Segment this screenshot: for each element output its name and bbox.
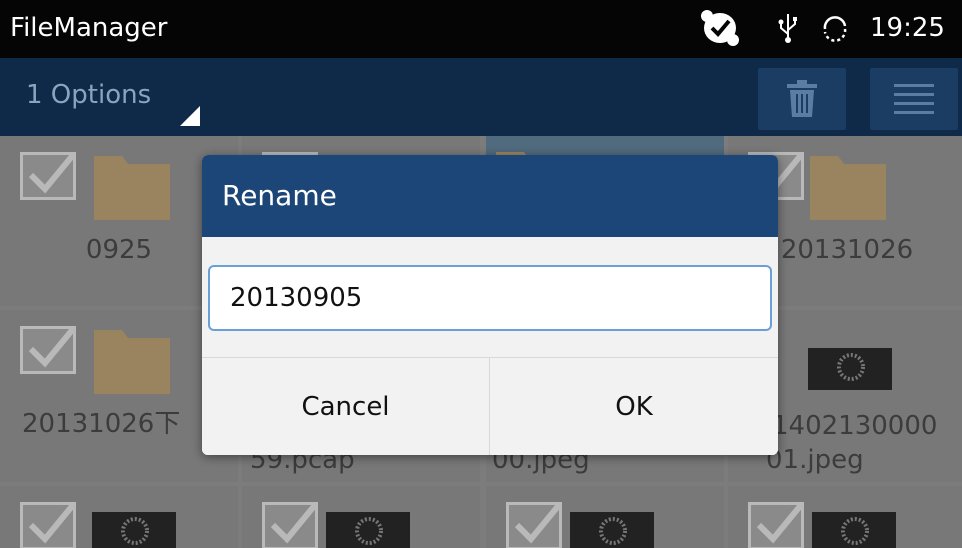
clock: 19:25 (870, 13, 945, 43)
menu-icon (894, 84, 934, 114)
grid-item[interactable] (728, 486, 962, 548)
usb-icon (778, 14, 797, 43)
delete-button[interactable] (758, 68, 846, 130)
checkbox[interactable] (20, 502, 76, 548)
rename-input[interactable] (208, 265, 772, 331)
trash-icon (787, 80, 817, 117)
checkbox[interactable] (20, 152, 76, 200)
dialog-body (202, 237, 778, 357)
dialog-buttons: Cancel OK (202, 357, 778, 455)
checkbox[interactable] (20, 326, 76, 374)
folder-icon (810, 156, 886, 220)
checkbox[interactable] (262, 502, 318, 548)
options-dropdown[interactable]: 1 Options (26, 80, 151, 110)
grid-item[interactable] (0, 486, 238, 548)
ok-button[interactable]: OK (490, 358, 778, 455)
grid-item[interactable] (242, 486, 480, 548)
image-thumbnail (92, 512, 176, 548)
image-thumbnail (808, 348, 892, 390)
checkbox[interactable] (748, 502, 804, 548)
folder-icon (94, 330, 170, 394)
sync-icon (823, 16, 847, 42)
image-thumbnail (326, 512, 410, 548)
status-bar: FileManager 19:25 (0, 0, 962, 58)
skype-icon (701, 10, 739, 46)
image-thumbnail (570, 512, 654, 548)
action-bar: 1 Options (0, 58, 962, 136)
checkbox[interactable] (506, 502, 562, 548)
folder-icon (94, 156, 170, 220)
menu-button[interactable] (870, 68, 958, 130)
image-thumbnail (812, 512, 896, 548)
grid-item[interactable] (486, 486, 724, 548)
dropdown-corner-icon (180, 106, 200, 126)
item-name: 1402130000 (772, 411, 938, 441)
app-title: FileManager (10, 13, 168, 43)
item-name-line2: 01.jpeg (766, 445, 864, 475)
cancel-button[interactable]: Cancel (202, 358, 490, 455)
dialog-title: Rename (202, 155, 778, 237)
rename-dialog: Rename Cancel OK (202, 155, 778, 455)
